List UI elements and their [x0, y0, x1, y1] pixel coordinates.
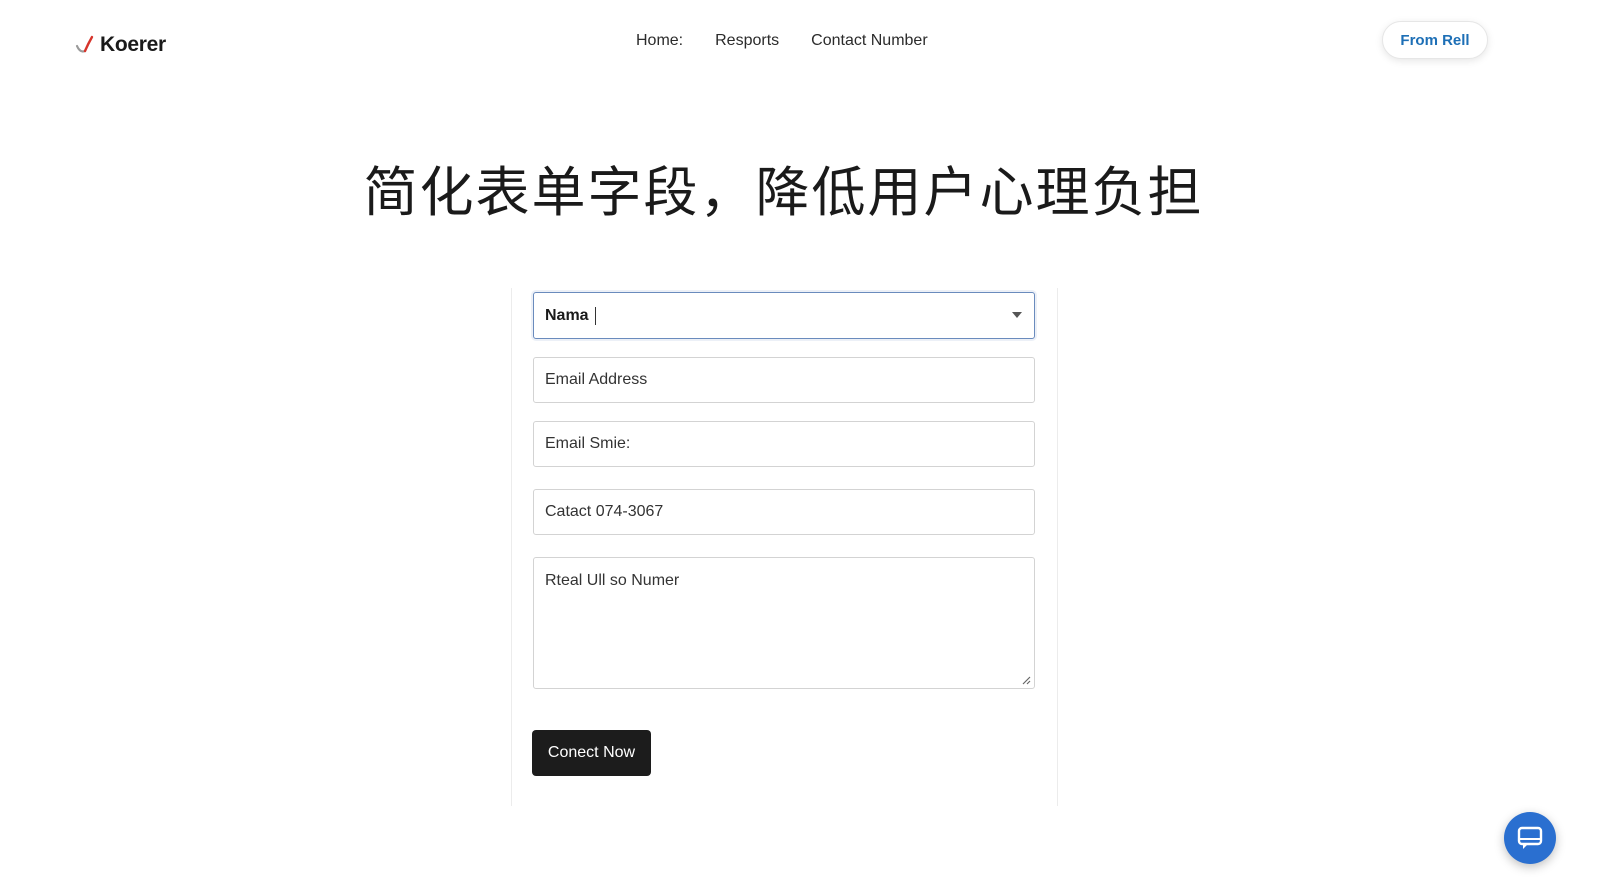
connect-now-button[interactable]: Conect Now	[532, 730, 651, 776]
page-title: 简化表单字段，降低用户心理负担	[363, 161, 1204, 224]
email-placeholder: Email Address	[545, 371, 648, 388]
textarea-placeholder: Rteal Ull so Numer	[545, 572, 680, 589]
brand-name: Koerer	[100, 33, 166, 56]
resize-handle-icon[interactable]	[1021, 675, 1031, 685]
contact-field[interactable]: Catact 074-3067	[533, 489, 1035, 535]
header-cta-button[interactable]: From Rell	[1382, 21, 1488, 59]
message-textarea[interactable]: Rteal Ull so Numer	[533, 557, 1035, 689]
chat-icon	[1517, 826, 1543, 849]
email-field[interactable]: Email Address	[533, 357, 1035, 403]
nav-contact-number[interactable]: Contact Number	[811, 32, 928, 50]
chevron-down-icon[interactable]	[1012, 312, 1022, 318]
email-smie-field[interactable]: Email Smie:	[533, 421, 1035, 467]
email-smie-placeholder: Email Smie:	[545, 435, 631, 452]
contact-value: Catact 074-3067	[545, 503, 664, 520]
text-cursor	[594, 306, 596, 325]
main-nav: Home: Resports Contact Number	[636, 28, 928, 54]
site-header: Koerer Home: Resports Contact Number Fro…	[0, 0, 1600, 82]
name-select-field[interactable]: Nama	[533, 292, 1035, 339]
chat-button[interactable]	[1504, 812, 1556, 864]
nav-home[interactable]: Home:	[636, 32, 683, 50]
name-select-value: Nama	[545, 306, 589, 324]
nav-reports[interactable]: Resports	[715, 32, 779, 50]
brand-logo[interactable]: Koerer	[74, 30, 166, 60]
checkmark-logo-icon	[75, 35, 94, 53]
